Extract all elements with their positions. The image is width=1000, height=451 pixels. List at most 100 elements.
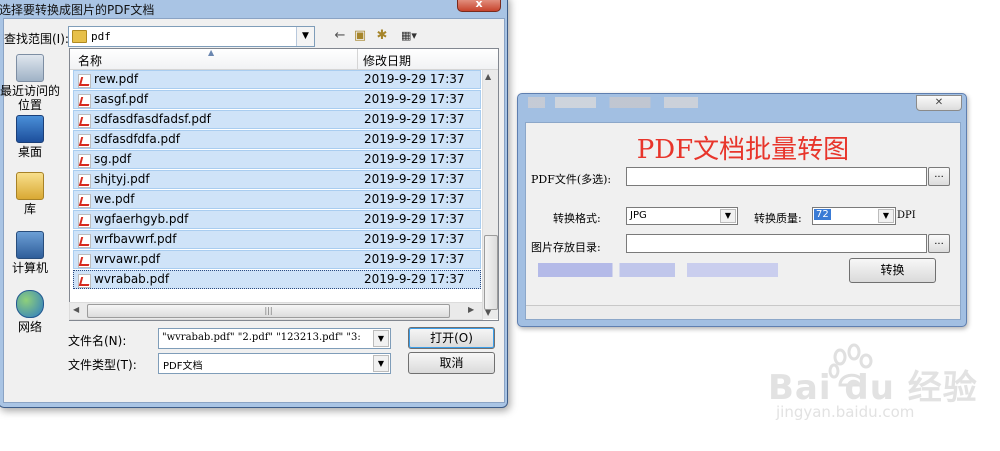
file-name: sdfasdfasdfadsf.pdf (94, 112, 211, 126)
look-in-combo[interactable]: pdf ▼ (68, 26, 315, 47)
output-dir-label: 图片存放目录: (531, 241, 601, 254)
chevron-down-icon[interactable]: ▼ (720, 209, 736, 223)
cancel-button[interactable]: 取消 (408, 352, 495, 374)
scroll-left-icon[interactable]: ◀ (73, 305, 79, 314)
file-type-select[interactable]: PDF文档 ▼ (158, 353, 391, 374)
place-label: 桌面 (17, 145, 42, 159)
file-date: 2019-9-29 17:37 (364, 92, 465, 106)
view-menu-icon[interactable]: ▦▾ (395, 27, 423, 44)
file-name: rew.pdf (94, 72, 139, 86)
format-label: 转换格式: (553, 212, 601, 225)
file-row[interactable]: wrfbavwrf.pdf 2019-9-29 17:37 (73, 230, 481, 249)
column-header: 名称 ▲ 修改日期 (70, 49, 498, 70)
pdf-file-icon (78, 194, 91, 208)
file-row[interactable]: sg.pdf 2019-9-29 17:37 (73, 150, 481, 169)
pdf-file-icon (78, 274, 91, 288)
file-name-field[interactable]: "wvrabab.pdf" "2.pdf" "123213.pdf" "3: ▼ (158, 328, 391, 349)
horizontal-scrollbar[interactable]: ◀ ||| ▶ (69, 302, 483, 320)
file-date: 2019-9-29 17:37 (364, 232, 465, 246)
vertical-scrollbar[interactable]: ▲ ▼ (482, 70, 498, 319)
converter-form: PDF文档批量转图 PDF文件(多选): ... 转换格式: JPG ▼ 转换质… (525, 122, 961, 320)
status-bar (526, 305, 960, 319)
sort-ascending-icon: ▲ (208, 48, 215, 57)
file-date: 2019-9-29 17:37 (364, 172, 465, 186)
pdf-file-icon (78, 154, 91, 168)
chevron-down-icon[interactable]: ▼ (296, 27, 314, 46)
file-name-value: "wvrabab.pdf" "2.pdf" "123213.pdf" "3: (162, 332, 361, 343)
dialog-close-button[interactable]: x (457, 0, 501, 12)
file-name: wrvawr.pdf (94, 252, 161, 266)
file-date: 2019-9-29 17:37 (364, 152, 465, 166)
close-icon[interactable]: ✕ (916, 95, 962, 111)
chevron-down-icon[interactable]: ▼ (373, 330, 389, 347)
file-row[interactable]: we.pdf 2019-9-29 17:37 (73, 190, 481, 209)
file-name: wgfaerhgyb.pdf (94, 212, 189, 226)
file-name: wvrabab.pdf (94, 272, 170, 286)
file-row[interactable]: sdfasdfasdfadsf.pdf 2019-9-29 17:37 (73, 110, 481, 129)
scroll-thumb[interactable] (484, 235, 498, 310)
quality-label: 转换质量: (754, 212, 802, 225)
folder-icon (72, 30, 87, 43)
file-name: sg.pdf (94, 152, 132, 166)
file-date: 2019-9-29 17:37 (364, 212, 465, 226)
format-value: JPG (630, 210, 647, 221)
output-dir-browse-button[interactable]: ... (928, 234, 950, 253)
dpi-label: DPI (897, 210, 916, 221)
horizontal-scroll-thumb[interactable]: ||| (87, 304, 450, 318)
place-computer[interactable]: 计算机 (0, 231, 60, 275)
pdf-file-icon (78, 254, 91, 268)
column-name-header[interactable]: 名称 (78, 52, 102, 69)
place-label: 网络 (17, 320, 42, 334)
pdf-file-icon (78, 134, 91, 148)
scroll-down-icon[interactable]: ▼ (485, 308, 491, 317)
up-folder-icon[interactable]: ▣ (351, 27, 369, 44)
chevron-down-icon[interactable]: ▼ (878, 209, 894, 223)
look-in-value: pdf (91, 30, 111, 43)
look-in-label: 查找范围(I): (4, 32, 69, 46)
place-network[interactable]: 网络 (0, 290, 60, 334)
pdf-file-icon (78, 234, 91, 248)
scroll-up-icon[interactable]: ▲ (485, 72, 491, 81)
pdf-files-input[interactable] (626, 167, 927, 186)
file-date: 2019-9-29 17:37 (364, 112, 465, 126)
file-list[interactable]: 名称 ▲ 修改日期 rew.pdf 2019-9-29 17:37 sasgf.pd… (69, 48, 499, 321)
pdf-file-icon (78, 174, 91, 188)
file-row[interactable]: sdfasdfdfa.pdf 2019-9-29 17:37 (73, 130, 481, 149)
column-divider[interactable] (357, 49, 358, 69)
chevron-down-icon[interactable]: ▼ (373, 355, 389, 372)
column-date-header[interactable]: 修改日期 (363, 52, 411, 69)
file-name: sdfasdfdfa.pdf (94, 132, 181, 146)
file-type-value: PDF文档 (163, 361, 203, 372)
file-row[interactable]: rew.pdf 2019-9-29 17:37 (73, 70, 481, 89)
output-dir-input[interactable] (626, 234, 927, 253)
pdf-browse-button[interactable]: ... (928, 167, 950, 186)
watermark-url: jingyan.baidu.com (776, 403, 915, 421)
place-libraries[interactable]: 库 (0, 172, 60, 216)
file-row[interactable]: wgfaerhgyb.pdf 2019-9-29 17:37 (73, 210, 481, 229)
place-label: 库 (23, 202, 36, 216)
scroll-right-icon[interactable]: ▶ (468, 305, 474, 314)
file-row[interactable]: sasgf.pdf 2019-9-29 17:37 (73, 90, 481, 109)
place-desktop[interactable]: 桌面 (0, 115, 60, 159)
file-date: 2019-9-29 17:37 (364, 272, 465, 286)
file-row[interactable]: wvrabab.pdf 2019-9-29 17:37 (73, 270, 481, 289)
recent-places-icon (16, 54, 44, 82)
open-button[interactable]: 打开(O) (408, 327, 495, 349)
new-folder-icon[interactable]: ✱ (373, 27, 391, 44)
file-date: 2019-9-29 17:37 (364, 252, 465, 266)
status-text-blurred (538, 263, 778, 277)
file-row[interactable]: shjtyj.pdf 2019-9-29 17:37 (73, 170, 481, 189)
file-row[interactable]: wrvawr.pdf 2019-9-29 17:37 (73, 250, 481, 269)
pdf-file-icon (78, 214, 91, 228)
format-select[interactable]: JPG ▼ (626, 207, 738, 225)
file-name: shjtyj.pdf (94, 172, 150, 186)
quality-select[interactable]: 72 ▼ (812, 207, 896, 225)
file-name: we.pdf (94, 192, 135, 206)
file-date: 2019-9-29 17:37 (364, 192, 465, 206)
convert-button[interactable]: 转换 (849, 258, 936, 283)
file-name: sasgf.pdf (94, 92, 149, 106)
place-label: 最近访问的位置 (0, 84, 61, 112)
back-arrow-icon[interactable]: ← (331, 27, 349, 44)
place-recent[interactable]: 最近访问的位置 (0, 54, 60, 112)
watermark-brand: Bai du 经验 (768, 368, 978, 408)
